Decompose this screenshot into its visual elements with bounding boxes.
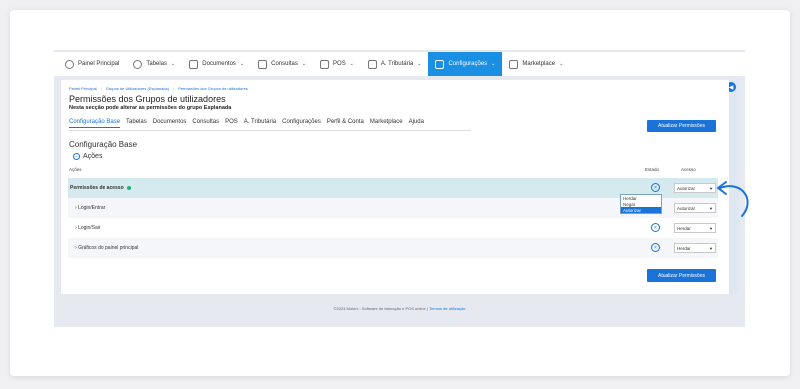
access-select[interactable]: Autorizar ▼: [674, 203, 716, 213]
access-select[interactable]: Autorizar ▼: [674, 183, 716, 193]
page-subtitle: Nesta secção pode alterar as permissões …: [69, 105, 232, 111]
nav-label: Configurações: [448, 61, 488, 67]
breadcrumb: Painel Principal / Grupos de Utilizadore…: [69, 86, 248, 91]
row-label: › Login/Sair: [75, 225, 101, 231]
plus-icon: [367, 59, 377, 69]
update-permissions-button-bottom[interactable]: Atualizar Permissões: [647, 269, 716, 282]
select-value: Autorizar: [677, 185, 696, 191]
chevron-down-icon: ⌄: [301, 61, 307, 67]
terms-link[interactable]: Termos de utilização: [429, 306, 465, 311]
nav-label: A. Tributária: [380, 61, 414, 67]
chevron-down-icon: ▼: [709, 225, 713, 231]
chevron-down-icon: ⌄: [349, 61, 354, 67]
nav-autoridade-tributaria[interactable]: A. Tributária ⌄: [361, 52, 429, 76]
top-navigation: Painel Principal Tabelas ⌄ Documentos ⌄ …: [54, 52, 745, 76]
actions-group-toggle[interactable]: − Ações: [73, 153, 102, 160]
document-icon: [189, 59, 199, 69]
users-icon: [133, 59, 143, 69]
actions-group-label: Ações: [83, 153, 103, 160]
tab-pos[interactable]: POS: [225, 119, 238, 128]
chevron-left-icon: ◀: [728, 84, 734, 91]
state-icon: ×: [651, 243, 660, 252]
annotation-arrow-icon: [717, 181, 749, 217]
nav-painel-principal[interactable]: Painel Principal: [58, 52, 126, 76]
row-label: › Gráficos do painel principal: [75, 245, 139, 251]
tab-perfil-conta[interactable]: Perfil & Conta: [327, 119, 364, 128]
tabs-divider: [69, 130, 471, 131]
tab-consultas[interactable]: Consultas: [192, 119, 219, 128]
breadcrumb-item[interactable]: Grupos de Utilizadores (Esplanada): [106, 86, 169, 91]
footer-text: ©2024 Moloni - Software de faturação e P…: [333, 306, 426, 311]
nav-tabelas[interactable]: Tabelas ⌄: [126, 52, 182, 76]
select-value: Autorizar: [677, 205, 696, 211]
tab-configuracoes[interactable]: Configurações: [282, 119, 321, 128]
state-icon: ×: [651, 223, 660, 232]
state-icon: ×: [651, 183, 660, 192]
section-title: Configuração Base: [69, 140, 138, 149]
info-icon: [126, 185, 131, 190]
permission-tabs: Configuração Base Tabelas Documentos Con…: [69, 119, 424, 128]
nav-documentos[interactable]: Documentos ⌄: [182, 52, 251, 76]
tab-autoridade-tributaria[interactable]: A. Tributária: [244, 119, 276, 128]
chevron-down-icon: ⌄: [417, 61, 422, 67]
bar-chart-icon: [258, 59, 268, 69]
breadcrumb-separator: /: [173, 86, 175, 91]
row-label: › Login/Entrar: [75, 205, 106, 211]
app-window: Painel Principal Tabelas ⌄ Documentos ⌄ …: [54, 50, 745, 327]
select-value: Herdar: [677, 245, 691, 251]
nav-label: Documentos: [202, 61, 236, 67]
nav-pos[interactable]: POS ⌄: [313, 52, 361, 76]
chevron-down-icon: ⌄: [239, 61, 245, 67]
column-header-state: Estado: [645, 167, 660, 172]
update-permissions-button-top[interactable]: Atualizar Permissões: [647, 120, 716, 132]
nav-consultas[interactable]: Consultas ⌄: [251, 52, 313, 76]
grid-icon: [509, 59, 519, 69]
chevron-down-icon: ⌄: [559, 61, 564, 67]
select-value: Herdar: [677, 225, 691, 231]
column-header-actions: Ações: [69, 167, 82, 172]
footer-separator: |: [426, 306, 428, 311]
row-label: Permissões de acesso: [68, 185, 131, 191]
nav-configuracoes[interactable]: Configurações ⌄: [428, 52, 503, 76]
nav-label: Marketplace: [522, 61, 556, 67]
nav-label: Consultas: [271, 61, 298, 67]
column-header-access: Acesso: [681, 167, 696, 172]
nav-label: Painel Principal: [78, 61, 120, 67]
access-select[interactable]: Herdar ▼: [674, 243, 716, 253]
dropdown-option-selected[interactable]: Autorizar: [621, 207, 661, 213]
tab-configuracao-base[interactable]: Configuração Base: [69, 119, 121, 128]
chevron-down-icon: ⌄: [171, 61, 176, 67]
breadcrumb-separator: /: [100, 86, 102, 91]
tab-marketplace[interactable]: Marketplace: [370, 119, 403, 128]
page-title: Permissões dos Grupos de utilizadores: [69, 94, 226, 104]
sliders-icon: [435, 59, 445, 69]
tab-tabelas[interactable]: Tabelas: [126, 119, 147, 128]
minus-icon: −: [73, 153, 80, 160]
access-dropdown-menu: Herdar Negar Autorizar: [620, 194, 662, 214]
nav-label: Tabelas: [146, 61, 168, 67]
access-select[interactable]: Herdar ▼: [674, 223, 716, 233]
main-panel: Painel Principal / Grupos de Utilizadore…: [61, 80, 729, 294]
permission-row: › Gráficos do painel principal: [68, 238, 718, 258]
tab-ajuda[interactable]: Ajuda: [409, 119, 424, 128]
footer: ©2024 Moloni - Software de faturação e P…: [54, 306, 745, 311]
chevron-down-icon: ▼: [709, 245, 713, 251]
pos-icon: [320, 59, 330, 69]
permission-row: › Login/Sair: [68, 218, 718, 238]
clock-icon: [65, 59, 74, 69]
tab-documentos[interactable]: Documentos: [153, 119, 187, 128]
nav-label: POS: [333, 61, 346, 67]
chevron-down-icon: ⌄: [491, 61, 496, 67]
breadcrumb-item[interactable]: Painel Principal: [69, 86, 97, 91]
breadcrumb-item[interactable]: Permissões dos Grupos de utilizadores: [178, 86, 248, 91]
nav-marketplace[interactable]: Marketplace ⌄: [502, 52, 570, 76]
